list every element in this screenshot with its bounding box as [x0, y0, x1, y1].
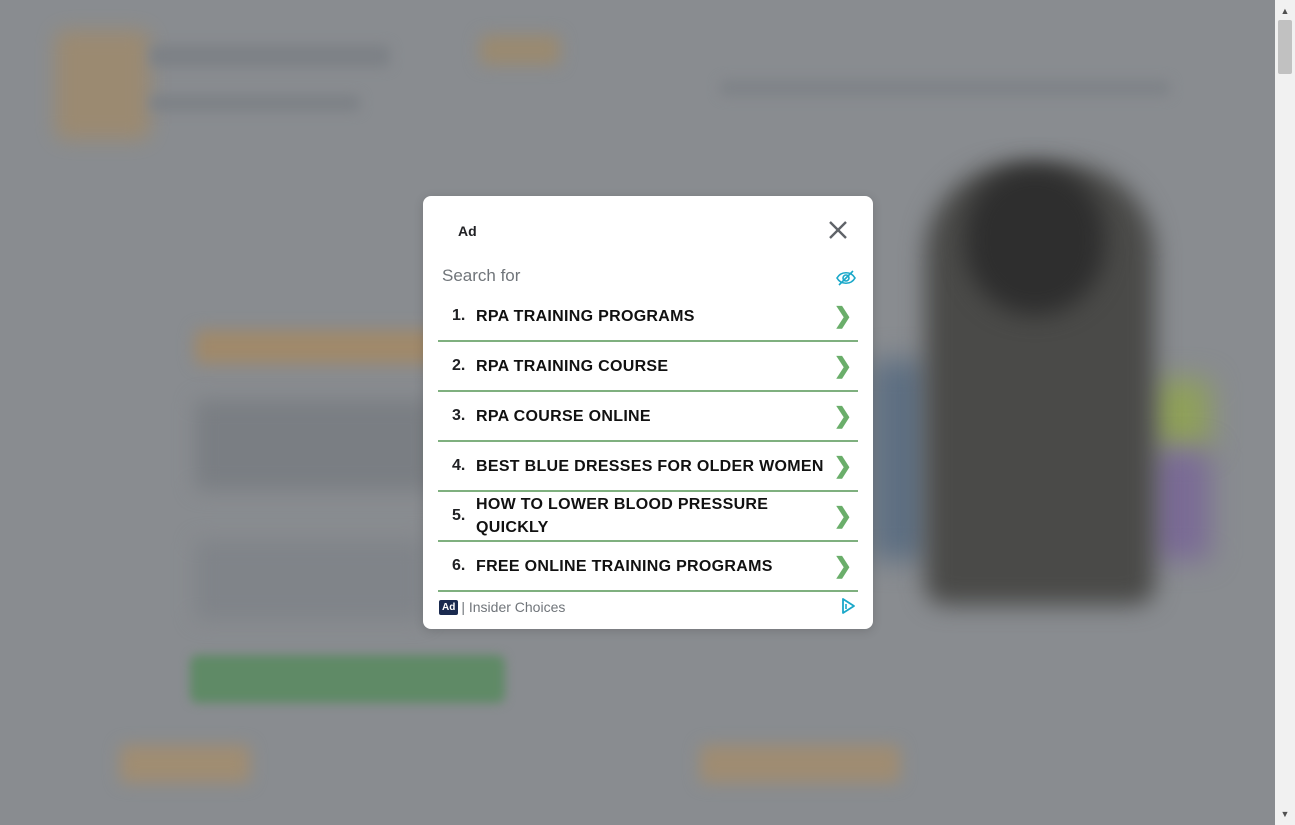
graduate-sash: [1150, 450, 1210, 560]
adchoices-icon[interactable]: [839, 597, 857, 615]
item-number: 3.: [452, 407, 466, 424]
list-item[interactable]: 6. FREE ONLINE TRAINING PROGRAMS ❯: [438, 542, 858, 592]
hero-heading-blurred: [195, 330, 445, 364]
page-scrollbar[interactable]: ▲ ▼: [1275, 0, 1295, 825]
item-label[interactable]: RPA TRAINING PROGRAMS: [476, 305, 826, 328]
hero-subtext-blurred: [195, 540, 425, 620]
ad-label: Ad: [458, 223, 477, 239]
ad-badge: Ad: [439, 599, 459, 615]
search-results-list: 1. RPA TRAINING PROGRAMS ❯ 2. RPA TRAINI…: [438, 292, 858, 592]
list-item[interactable]: 1. RPA TRAINING PROGRAMS ❯: [438, 292, 858, 342]
ad-modal: Ad Search for 1. RPA TRAINING PROGRAMS ❯…: [423, 196, 873, 629]
item-label[interactable]: FREE ONLINE TRAINING PROGRAMS: [476, 555, 826, 578]
close-icon[interactable]: [823, 218, 853, 244]
scrollbar-thumb[interactable]: [1278, 20, 1292, 74]
scroll-up-arrow-icon[interactable]: ▲: [1275, 2, 1295, 20]
chevron-right-icon[interactable]: ❯: [834, 553, 852, 579]
site-title-blurred: [150, 45, 390, 67]
eye-slash-icon[interactable]: [835, 268, 857, 288]
scroll-down-arrow-icon[interactable]: ▼: [1275, 805, 1295, 823]
ad-provider-text[interactable]: | Insider Choices: [461, 599, 565, 615]
item-number: 2.: [452, 357, 466, 374]
item-number: 4.: [452, 457, 466, 474]
ad-footer: Ad | Insider Choices: [439, 598, 565, 616]
chevron-right-icon[interactable]: ❯: [834, 503, 852, 529]
chevron-right-icon[interactable]: ❯: [834, 453, 852, 479]
list-item[interactable]: 3. RPA COURSE ONLINE ❯: [438, 392, 858, 442]
nav-item-blurred: [480, 35, 560, 65]
nav-menu-blurred: [720, 80, 1170, 96]
item-label[interactable]: BEST BLUE DRESSES FOR OLDER WOMEN: [476, 455, 826, 478]
site-logo: [55, 30, 150, 140]
hero-cta-button: [190, 655, 505, 703]
close-button[interactable]: [823, 218, 853, 244]
search-for-label: Search for: [442, 266, 521, 285]
hero-text-blurred: [195, 400, 435, 490]
section-tag-blurred: [120, 745, 250, 783]
item-number: 1.: [452, 307, 466, 324]
site-tagline-blurred: [150, 95, 360, 111]
item-label[interactable]: HOW TO LOWER BLOOD PRESSURE QUICKLY: [476, 493, 806, 539]
list-item[interactable]: 5. HOW TO LOWER BLOOD PRESSURE QUICKLY ❯: [438, 492, 858, 542]
hero-image-head: [965, 165, 1105, 315]
chevron-right-icon[interactable]: ❯: [834, 403, 852, 429]
item-number: 6.: [452, 557, 466, 574]
graduate-sash: [1150, 380, 1210, 450]
item-label[interactable]: RPA TRAINING COURSE: [476, 355, 826, 378]
chevron-right-icon[interactable]: ❯: [834, 353, 852, 379]
list-item[interactable]: 2. RPA TRAINING COURSE ❯: [438, 342, 858, 392]
list-item[interactable]: 4. BEST BLUE DRESSES FOR OLDER WOMEN ❯: [438, 442, 858, 492]
item-number: 5.: [452, 507, 466, 524]
section-tag-blurred: [700, 745, 900, 783]
graduate-sash: [870, 360, 930, 560]
chevron-right-icon[interactable]: ❯: [834, 303, 852, 329]
item-label[interactable]: RPA COURSE ONLINE: [476, 405, 826, 428]
